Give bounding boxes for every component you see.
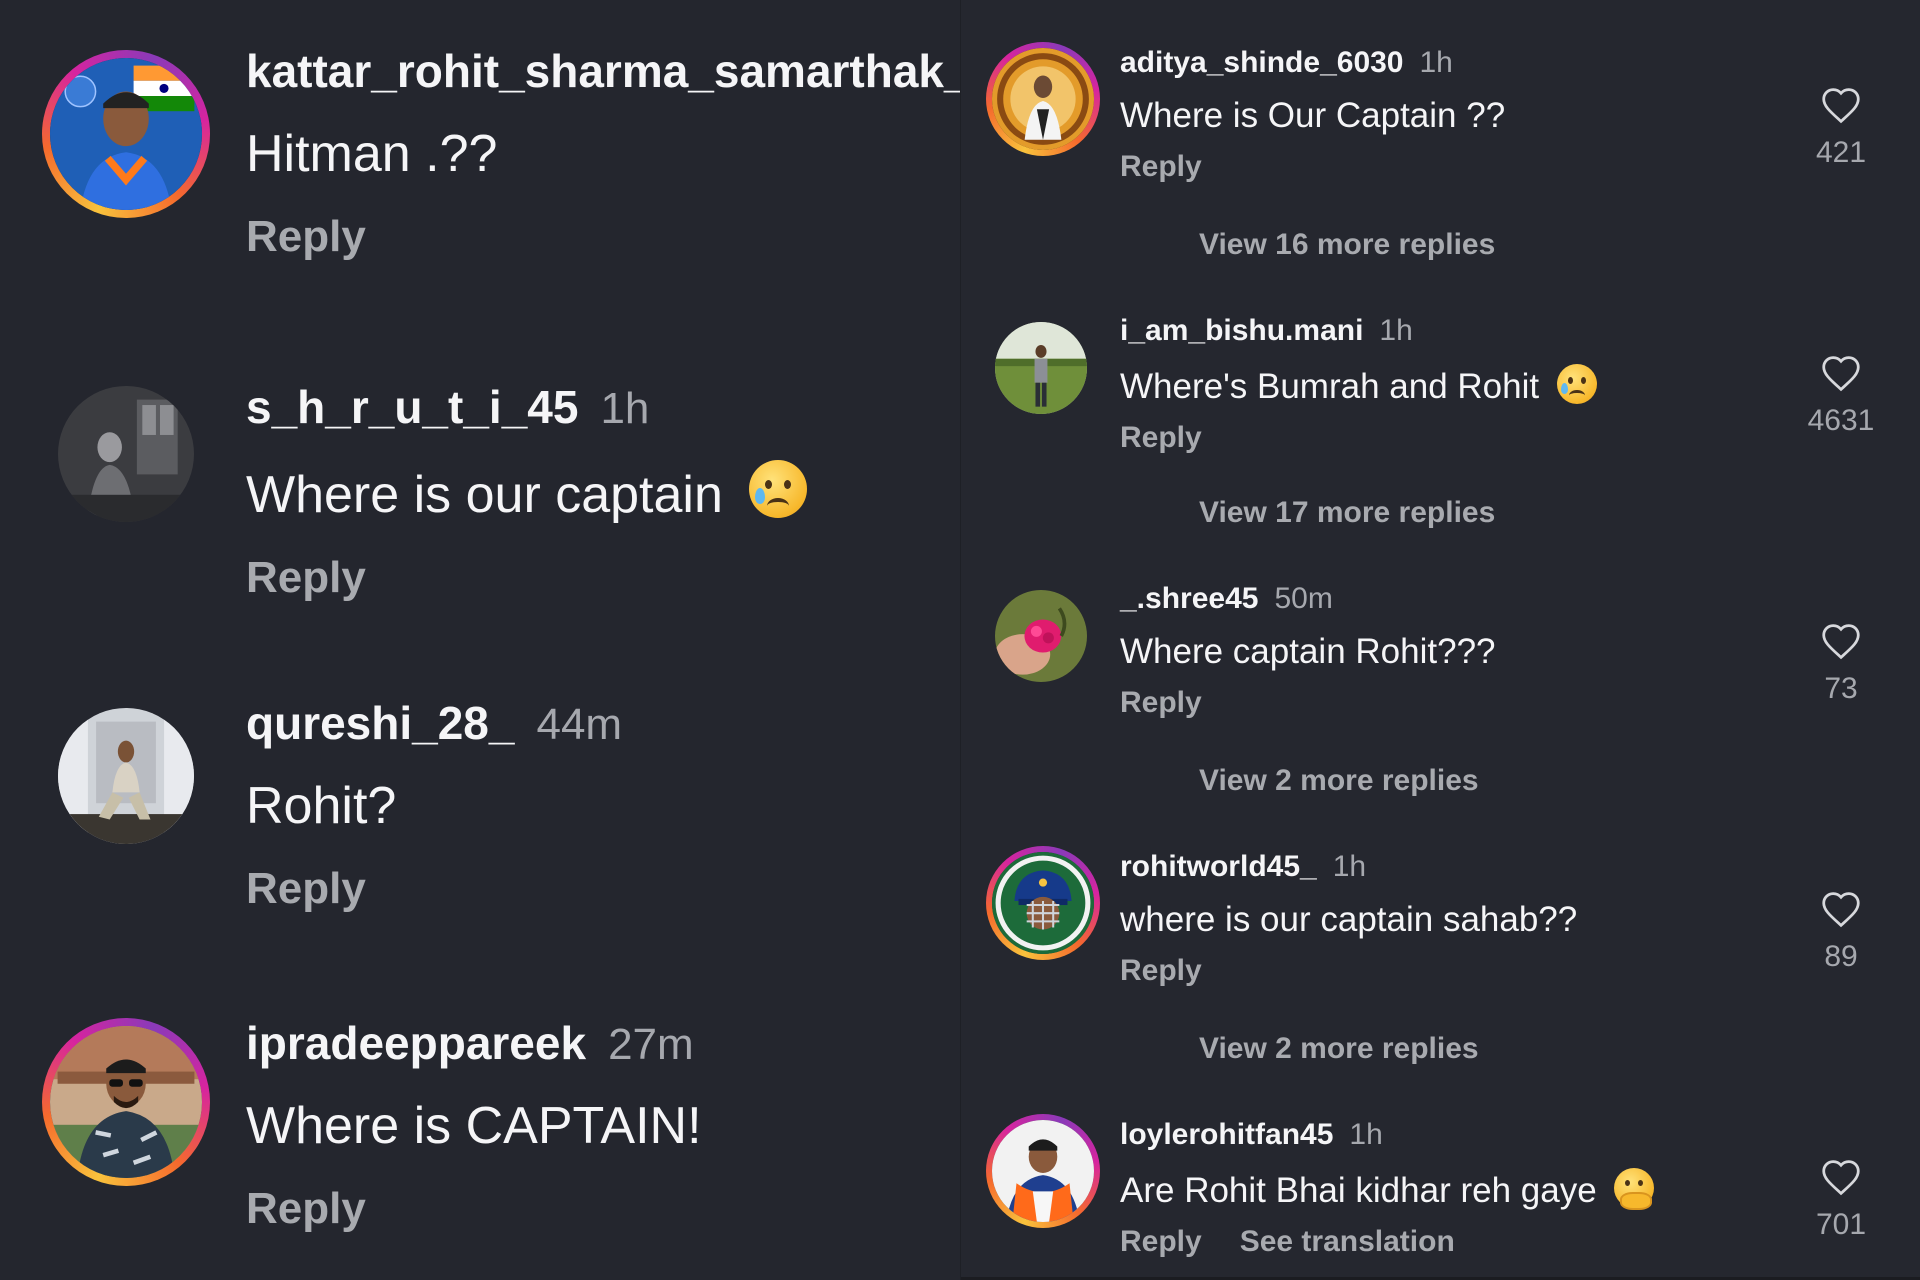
- comment-text: Hitman .??: [246, 125, 498, 183]
- avatar-photo-man-sitting: [58, 708, 194, 844]
- timestamp: 1h: [600, 384, 650, 433]
- avatar-photo-man-orange-scarf: [992, 1120, 1094, 1222]
- crying-face-emoji: [1556, 364, 1597, 404]
- user-avatar[interactable]: [58, 386, 194, 522]
- user-avatar-story-ring[interactable]: [42, 50, 210, 218]
- like-count: 89: [1824, 940, 1858, 973]
- like-button[interactable]: 73: [1793, 622, 1889, 706]
- comment-item: i_am_bishu.mani 1h Where's Bumrah and Roh…: [961, 268, 1920, 536]
- user-avatar-story-ring[interactable]: [42, 1018, 210, 1186]
- view-more-replies-button[interactable]: View 2 more replies: [1199, 1032, 1479, 1066]
- comment-item: ipradeeppareek 27m Where is CAPTAIN! Repl…: [0, 940, 960, 1280]
- reply-button[interactable]: Reply: [246, 864, 622, 914]
- comment-text: Rohit?: [246, 777, 397, 835]
- timestamp: 1h: [1349, 1118, 1383, 1151]
- view-more-replies-button[interactable]: View 16 more replies: [1199, 228, 1495, 262]
- crying-face-emoji: [749, 460, 808, 518]
- timestamp: 50m: [1274, 582, 1333, 615]
- avatar-photo-cricketer: [50, 58, 202, 210]
- user-avatar-story-ring[interactable]: [986, 846, 1100, 960]
- like-button[interactable]: 421: [1793, 86, 1889, 170]
- username[interactable]: ipradeeppareek: [246, 1017, 586, 1069]
- heart-outline-icon[interactable]: [1820, 890, 1862, 928]
- reply-button[interactable]: Reply: [1120, 1225, 1202, 1258]
- like-count: 4631: [1807, 404, 1875, 437]
- timestamp: 1h: [1419, 46, 1453, 79]
- username[interactable]: kattar_rohit_sharma_samarthak_: [246, 45, 970, 97]
- comment-text-row: Where's Bumrah and Rohit: [1120, 364, 1597, 407]
- left-comments-panel: kattar_rohit_sharma_samarthak_ Hitman .?…: [0, 0, 970, 1280]
- comment-text: Where captain Rohit???: [1120, 632, 1496, 671]
- username[interactable]: rohitworld45_: [1120, 850, 1317, 883]
- view-more-replies-button[interactable]: View 17 more replies: [1199, 496, 1495, 530]
- view-more-replies-button[interactable]: View 2 more replies: [1199, 764, 1479, 798]
- right-comments-panel: aditya_shinde_6030 1h Where is Our Captai…: [960, 0, 1920, 1280]
- comment-text: Where is CAPTAIN!: [246, 1097, 702, 1155]
- comment-item: kattar_rohit_sharma_samarthak_ Hitman .?…: [0, 0, 970, 300]
- reply-button[interactable]: Reply: [246, 1184, 702, 1234]
- reply-button[interactable]: Reply: [246, 553, 807, 603]
- comment-item: aditya_shinde_6030 1h Where is Our Captai…: [961, 0, 1920, 268]
- avatar-photo-cricketer-helmet: [992, 852, 1094, 954]
- heart-outline-icon[interactable]: [1820, 1158, 1862, 1196]
- comment-item: s_h_r_u_t_i_45 1h Where is our captain Re…: [0, 300, 960, 620]
- like-button[interactable]: 701: [1793, 1158, 1889, 1242]
- reply-button[interactable]: Reply: [1120, 954, 1202, 987]
- like-count: 421: [1815, 136, 1867, 169]
- see-translation-button[interactable]: See translation: [1240, 1225, 1455, 1258]
- user-avatar-story-ring[interactable]: [986, 42, 1100, 156]
- timestamp: 1h: [1332, 850, 1367, 883]
- comment-text-row: Where is our captain: [246, 460, 808, 525]
- reply-button[interactable]: Reply: [1120, 150, 1202, 183]
- like-count: 73: [1824, 672, 1858, 705]
- comment-text: Where is our captain: [246, 466, 723, 524]
- like-button[interactable]: 89: [1793, 890, 1889, 974]
- face-with-hand-over-mouth-emoji: [1614, 1168, 1655, 1210]
- user-avatar[interactable]: [995, 322, 1087, 414]
- comment-item: loylerohitfan45 1h Are Rohit Bhai kidhar …: [961, 1072, 1920, 1280]
- timestamp: 44m: [536, 700, 623, 749]
- heart-outline-icon[interactable]: [1820, 622, 1862, 660]
- comment-text: Where's Bumrah and Rohit: [1120, 367, 1540, 406]
- comment-text-row: Are Rohit Bhai kidhar reh gaye: [1120, 1168, 1655, 1211]
- heart-outline-icon[interactable]: [1820, 86, 1862, 124]
- like-count: 701: [1815, 1208, 1867, 1241]
- comment-item: qureshi_28_ 44m Rohit? Reply: [0, 620, 960, 940]
- user-avatar[interactable]: [995, 590, 1087, 682]
- reply-button[interactable]: Reply: [1120, 421, 1202, 454]
- comment-text: Are Rohit Bhai kidhar reh gaye: [1120, 1171, 1597, 1210]
- comment-text: Where is Our Captain ??: [1120, 96, 1506, 135]
- comment-text: where is our captain sahab??: [1120, 900, 1578, 939]
- timestamp: 27m: [608, 1020, 694, 1069]
- reply-button[interactable]: Reply: [1120, 686, 1202, 719]
- avatar-photo-man-ornate: [992, 48, 1094, 150]
- username[interactable]: aditya_shinde_6030: [1120, 46, 1404, 79]
- timestamp: 1h: [1379, 314, 1413, 347]
- avatar-photo-man-field: [995, 322, 1087, 414]
- avatar-photo-man-sunglasses: [50, 1026, 202, 1178]
- username[interactable]: i_am_bishu.mani: [1120, 314, 1363, 347]
- comment-item: _.shree45 50m Where captain Rohit??? Repl…: [961, 536, 1920, 804]
- comment-item: rohitworld45_ 1h where is our captain sah…: [961, 804, 1920, 1072]
- username[interactable]: loylerohitfan45: [1120, 1118, 1333, 1151]
- user-avatar[interactable]: [58, 708, 194, 844]
- heart-outline-icon[interactable]: [1820, 354, 1862, 392]
- avatar-photo-grayscale: [58, 386, 194, 522]
- username[interactable]: qureshi_28_: [246, 697, 514, 749]
- username[interactable]: s_h_r_u_t_i_45: [246, 381, 578, 433]
- avatar-photo-pink-flower: [995, 590, 1087, 682]
- like-button[interactable]: 4631: [1793, 354, 1889, 438]
- username[interactable]: _.shree45: [1120, 582, 1258, 615]
- user-avatar-story-ring[interactable]: [986, 1114, 1100, 1228]
- reply-button[interactable]: Reply: [246, 212, 970, 262]
